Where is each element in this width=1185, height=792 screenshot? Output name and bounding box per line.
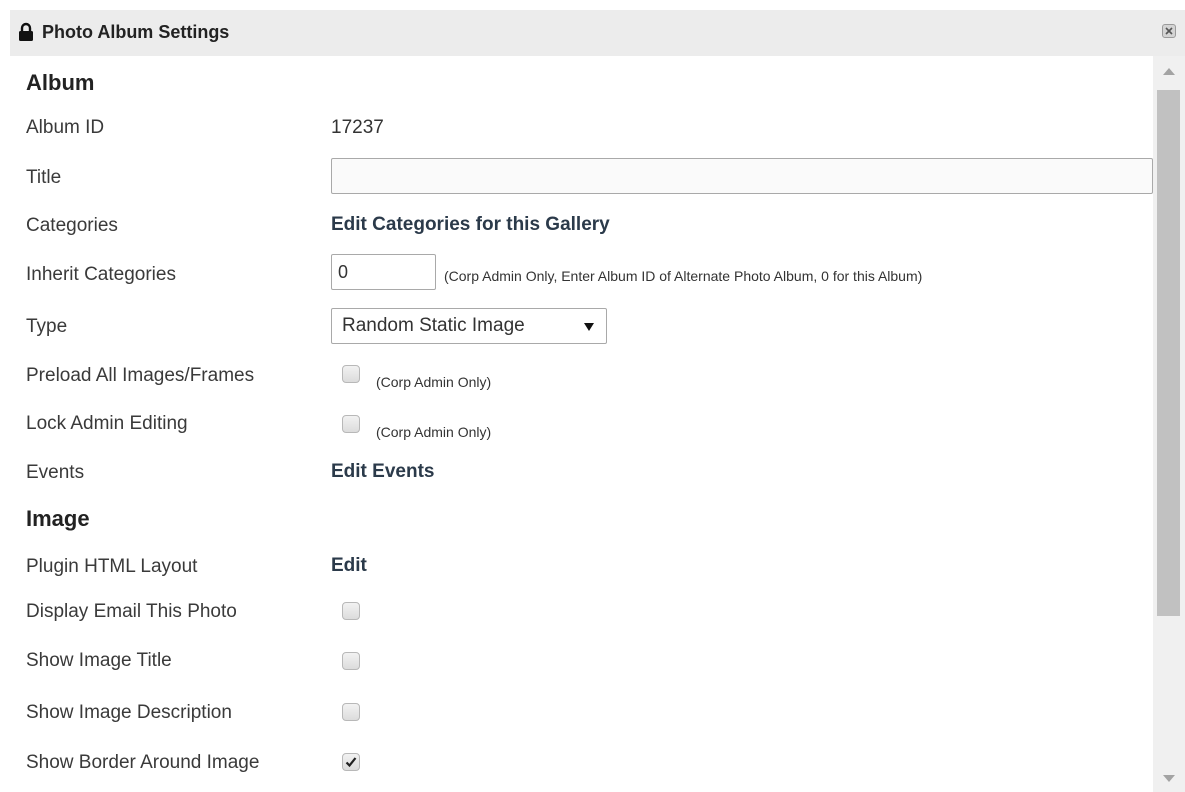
type-select[interactable]: Random Static Image	[331, 308, 607, 344]
section-heading-image: Image	[26, 506, 90, 531]
inherit-categories-note: (Corp Admin Only, Enter Album ID of Alte…	[444, 268, 923, 284]
preload-checkbox[interactable]	[342, 365, 360, 383]
events-label: Events	[26, 462, 85, 483]
inherit-categories-label: Inherit Categories	[26, 264, 176, 285]
lock-icon	[18, 22, 34, 42]
settings-form: Album Album ID 17237 Title Categories Ed…	[10, 56, 1153, 792]
dialog-title: Photo Album Settings	[42, 22, 230, 42]
show-description-checkbox[interactable]	[342, 703, 360, 721]
checkmark-icon	[345, 757, 357, 768]
show-border-label: Show Border Around Image	[26, 752, 260, 773]
scroll-down-icon[interactable]	[1163, 775, 1175, 782]
scrollbar-thumb[interactable]	[1157, 90, 1180, 616]
vertical-scrollbar[interactable]	[1153, 56, 1185, 792]
lock-admin-editing-label: Lock Admin Editing	[26, 413, 188, 434]
show-border-checkbox[interactable]	[342, 753, 360, 771]
preload-note: (Corp Admin Only)	[376, 374, 492, 390]
email-photo-checkbox[interactable]	[342, 602, 360, 620]
section-heading-album: Album	[26, 70, 95, 95]
show-title-checkbox[interactable]	[342, 652, 360, 670]
categories-label: Categories	[26, 215, 118, 236]
photo-album-settings-dialog: Photo Album Settings Album Album ID 1723…	[0, 0, 1185, 792]
title-label: Title	[26, 167, 62, 188]
show-title-label: Show Image Title	[26, 650, 172, 671]
type-label: Type	[26, 316, 68, 337]
plugin-html-layout-label: Plugin HTML Layout	[26, 556, 198, 577]
close-icon[interactable]	[1162, 24, 1176, 38]
title-input[interactable]	[331, 158, 1153, 194]
album-id-value: 17237	[331, 117, 384, 138]
show-description-label: Show Image Description	[26, 702, 232, 723]
inherit-categories-input[interactable]	[331, 254, 436, 290]
email-photo-label: Display Email This Photo	[26, 601, 237, 622]
dialog-titlebar: Photo Album Settings	[10, 10, 1185, 56]
preload-label: Preload All Images/Frames	[26, 365, 255, 386]
lock-admin-editing-checkbox[interactable]	[342, 415, 360, 433]
edit-categories-link[interactable]: Edit Categories for this Gallery	[331, 214, 610, 236]
album-id-label: Album ID	[26, 117, 105, 138]
type-select-value: Random Static Image	[342, 315, 525, 336]
edit-events-link[interactable]: Edit Events	[331, 461, 434, 483]
lock-admin-editing-note: (Corp Admin Only)	[376, 424, 492, 440]
edit-plugin-layout-link[interactable]: Edit	[331, 555, 367, 577]
dropdown-arrow-icon	[584, 323, 594, 331]
scroll-up-icon[interactable]	[1163, 68, 1175, 75]
